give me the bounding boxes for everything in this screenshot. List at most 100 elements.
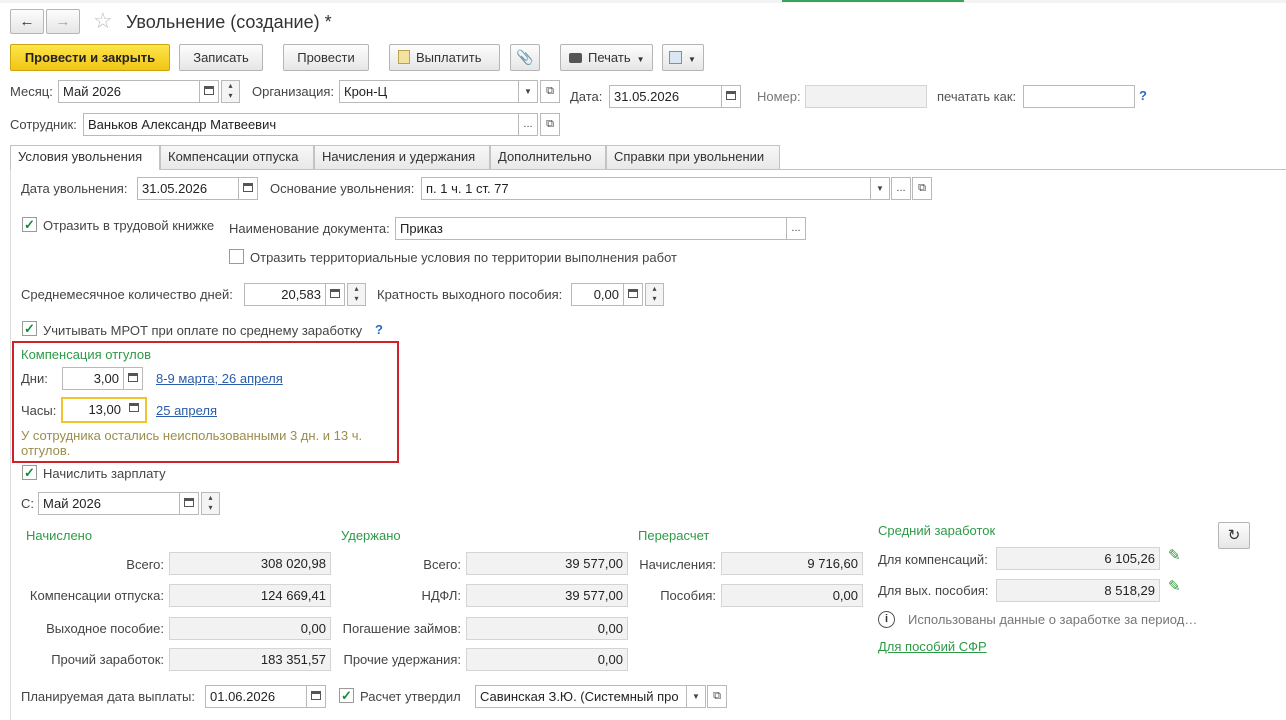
edit-pencil-icon[interactable]: ✎ [1168,577,1181,595]
severance-mult-field[interactable]: 0,00 [571,283,624,306]
tab-dismissal-certificates[interactable]: Справки при увольнении [606,145,780,169]
hours-dates-link[interactable]: 25 апреля [156,403,217,418]
favorite-star-icon[interactable]: ☆ [93,8,113,34]
doc-name-field[interactable]: Приказ [395,217,787,240]
recalc-benefits-field[interactable]: 0,00 [721,584,863,607]
reason-dropdown-button[interactable]: ▼ [870,177,890,200]
approver-field[interactable]: Савинская З.Ю. (Системный про [475,685,687,708]
employee-label: Сотрудник: [10,117,77,132]
help-icon[interactable]: ? [375,322,383,337]
print-button[interactable]: Печать ▼ [560,44,653,71]
date-label: Дата: [570,89,603,104]
reason-field[interactable]: п. 1 ч. 1 ст. 77 [421,177,871,200]
calculator-button[interactable] [124,399,144,420]
org-dropdown-button[interactable]: ▼ [518,80,538,103]
employee-field[interactable]: Ваньков Александр Матвеевич [83,113,519,136]
month-spinner[interactable]: ▴ ▾ [221,80,240,103]
calendar-button[interactable] [179,492,199,515]
org-label: Организация: [252,84,335,99]
accrued-total-field[interactable]: 308 020,98 [169,552,331,575]
approver-dropdown-button[interactable]: ▼ [686,685,706,708]
help-icon[interactable]: ? [1139,88,1147,103]
approver-open-button[interactable]: ⧉ [707,685,727,708]
withheld-total-field[interactable]: 39 577,00 [466,552,628,575]
number-field[interactable] [805,85,927,108]
salary-label: Начислить зарплату [43,466,166,481]
other-earnings-field[interactable]: 183 351,57 [169,648,331,671]
forward-button[interactable]: → [46,9,80,34]
recalc-accruals-field[interactable]: 9 716,60 [721,552,863,575]
refresh-button[interactable]: ↻ [1218,522,1250,549]
post-and-close-button[interactable]: Провести и закрыть [10,44,170,71]
employee-open-button[interactable]: ⧉ [540,113,560,136]
tab-dismissal-conditions[interactable]: Условия увольнения [10,145,160,170]
info-icon: i [878,611,895,628]
employee-select-button[interactable]: ... [518,113,538,136]
dropdown-arrow-icon: ▼ [524,87,532,96]
mrot-checkbox[interactable]: ✓ [22,321,37,336]
print-as-field[interactable] [1023,85,1135,108]
avg-comp-field[interactable]: 6 105,26 [996,547,1160,570]
salary-checkbox[interactable]: ✓ [22,465,37,480]
attach-button[interactable]: 📎 [510,44,540,71]
month-field[interactable]: Май 2026 [58,80,200,103]
calendar-button[interactable] [199,80,219,103]
workbook-checkbox[interactable]: ✓ [22,217,37,232]
severance-field[interactable]: 0,00 [169,617,331,640]
sfr-benefits-link[interactable]: Для пособий СФР [878,639,987,654]
calendar-button[interactable] [721,85,741,108]
back-button[interactable]: ← [10,9,44,34]
comp-title: Компенсация отгулов [21,347,151,362]
avg-days-spinner[interactable]: ▴ ▾ [347,283,366,306]
pay-date-field[interactable]: 01.06.2026 [205,685,307,708]
calendar-icon [184,497,194,507]
ndfl-field[interactable]: 39 577,00 [466,584,628,607]
severance-mult-spinner[interactable]: ▴ ▾ [645,283,664,306]
reason-select-button[interactable]: ... [891,177,911,200]
ndfl-label: НДФЛ: [421,588,461,603]
doc-name-select-button[interactable]: ... [786,217,806,240]
pay-button[interactable]: Выплатить [389,44,500,71]
tab-panel-border [10,169,1286,170]
workbook-label: Отразить в трудовой книжке [43,218,215,233]
window-title: Увольнение (создание) * [126,12,332,32]
avg-earnings-title: Средний заработок [878,523,996,538]
loans-label: Погашение займов: [342,621,461,636]
avg-sev-field[interactable]: 8 518,29 [996,579,1160,602]
create-based-on-button[interactable]: ▼ [662,44,704,71]
calendar-button[interactable] [238,177,258,200]
approved-checkbox[interactable]: ✓ [339,688,354,703]
calendar-button[interactable] [306,685,326,708]
org-open-button[interactable]: ⧉ [540,80,560,103]
loans-field[interactable]: 0,00 [466,617,628,640]
dropdown-arrow-icon: ▼ [688,55,696,64]
tab-vacation-compensation[interactable]: Компенсации отпуска [160,145,314,169]
open-icon: ⧉ [918,182,926,194]
calendar-icon [204,85,214,95]
org-field[interactable]: Крон-Ц [339,80,519,103]
calculator-button[interactable] [623,283,643,306]
days-dates-link[interactable]: 8-9 марта; 26 апреля [156,371,283,386]
dropdown-arrow-icon: ▼ [636,55,645,64]
vacation-comp-field[interactable]: 124 669,41 [169,584,331,607]
salary-from-field[interactable]: Май 2026 [38,492,180,515]
date-field[interactable]: 31.05.2026 [609,85,722,108]
territorial-checkbox[interactable] [229,249,244,264]
edit-pencil-icon[interactable]: ✎ [1168,546,1181,564]
calculator-button[interactable] [123,367,143,390]
save-button[interactable]: Записать [179,44,263,71]
severance-mult-label: Кратность выходного пособия: [377,287,563,302]
tab-panel-left-border [10,169,11,720]
tab-additional[interactable]: Дополнительно [490,145,606,169]
other-deductions-field[interactable]: 0,00 [466,648,628,671]
salary-from-spinner[interactable]: ▴ ▾ [201,492,220,515]
reason-open-button[interactable]: ⧉ [912,177,932,200]
post-button[interactable]: Провести [283,44,369,71]
calculator-button[interactable] [325,283,345,306]
avg-days-field[interactable]: 20,583 [244,283,326,306]
active-window-indicator [782,0,964,2]
days-field[interactable]: 3,00 [62,367,124,390]
printer-icon [569,52,582,63]
dismissal-date-field[interactable]: 31.05.2026 [137,177,239,200]
tab-accruals-deductions[interactable]: Начисления и удержания [314,145,490,169]
